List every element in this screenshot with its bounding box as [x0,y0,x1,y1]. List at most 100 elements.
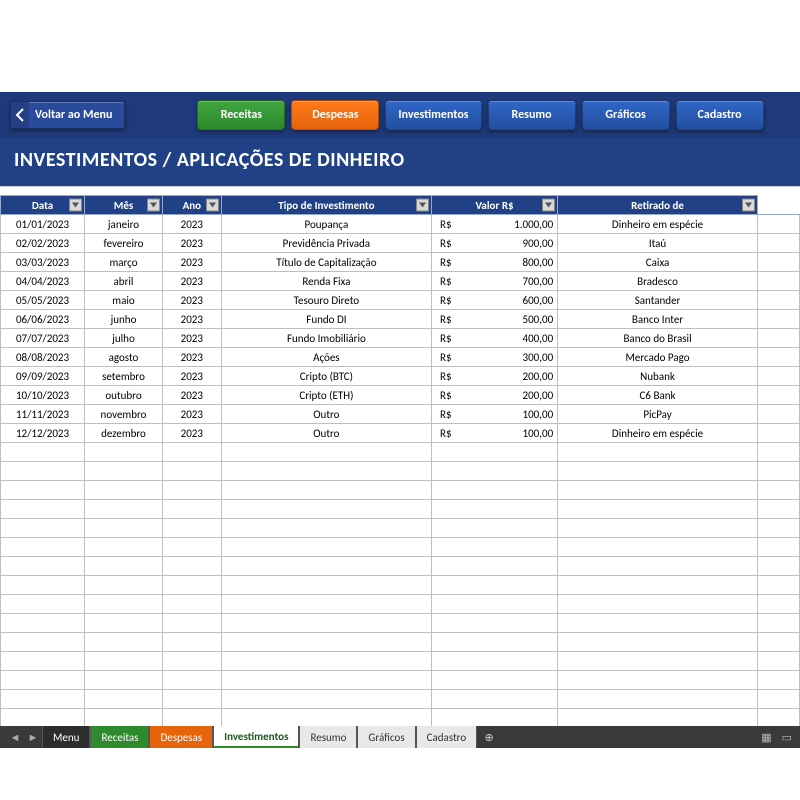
col-data[interactable]: Data [1,196,85,215]
col-mes[interactable]: Mês [85,196,163,215]
cell-tipo[interactable]: Cripto (BTC) [221,367,431,386]
sheet-tab-investimentos[interactable]: Investimentos [213,726,299,748]
cell-ano[interactable]: 2023 [162,234,221,253]
cell-tipo[interactable]: Ações [221,348,431,367]
cell-retirado[interactable]: Banco do Brasil [558,329,758,348]
table-row-empty[interactable] [1,538,800,557]
table-row[interactable]: 06/06/2023junho2023Fundo DIR$500,00Banco… [1,310,800,329]
cell-mes[interactable]: abril [85,272,163,291]
cell-mes[interactable]: novembro [85,405,163,424]
cell-tipo[interactable]: Cripto (ETH) [221,386,431,405]
table-row-empty[interactable] [1,671,800,690]
cell-valor[interactable]: R$300,00 [432,348,558,367]
cell-retirado[interactable]: Banco Inter [558,310,758,329]
table-row-empty[interactable] [1,709,800,728]
cell-extra[interactable] [757,234,799,253]
cell-valor[interactable]: R$900,00 [432,234,558,253]
cell-tipo[interactable]: Previdência Privada [221,234,431,253]
filter-dropdown-icon[interactable] [742,199,755,212]
table-row-empty[interactable] [1,557,800,576]
nav-investimentos[interactable]: Investimentos [385,100,481,130]
table-row[interactable]: 03/03/2023março2023Título de Capitalizaç… [1,253,800,272]
cell-retirado[interactable]: Mercado Pago [558,348,758,367]
cell-ano[interactable]: 2023 [162,329,221,348]
cell-ano[interactable]: 2023 [162,367,221,386]
cell-valor[interactable]: R$600,00 [432,291,558,310]
cell-tipo[interactable]: Outro [221,424,431,443]
cell-mes[interactable]: julho [85,329,163,348]
nav-resumo[interactable]: Resumo [488,100,576,130]
cell-data[interactable]: 08/08/2023 [1,348,85,367]
cell-data[interactable]: 01/01/2023 [1,215,85,234]
table-row[interactable]: 04/04/2023abril2023Renda FixaR$700,00Bra… [1,272,800,291]
cell-extra[interactable] [757,367,799,386]
cell-valor[interactable]: R$400,00 [432,329,558,348]
cell-retirado[interactable]: Bradesco [558,272,758,291]
cell-extra[interactable] [757,215,799,234]
view-normal-icon[interactable]: ▭ [782,731,792,744]
cell-extra[interactable] [757,272,799,291]
table-row[interactable]: 09/09/2023setembro2023Cripto (BTC)R$200,… [1,367,800,386]
table-row-empty[interactable] [1,652,800,671]
cell-data[interactable]: 03/03/2023 [1,253,85,272]
tab-scroll-left-icon[interactable]: ◄ [6,726,24,748]
cell-mes[interactable]: março [85,253,163,272]
cell-mes[interactable]: setembro [85,367,163,386]
table-row-empty[interactable] [1,462,800,481]
cell-ano[interactable]: 2023 [162,253,221,272]
cell-valor[interactable]: R$100,00 [432,405,558,424]
table-row[interactable]: 01/01/2023janeiro2023PoupançaR$1.000,00D… [1,215,800,234]
table-row[interactable]: 05/05/2023maio2023Tesouro DiretoR$600,00… [1,291,800,310]
back-button[interactable]: Voltar ao Menu [10,101,125,129]
cell-tipo[interactable]: Outro [221,405,431,424]
cell-tipo[interactable]: Poupança [221,215,431,234]
cell-tipo[interactable]: Fundo Imobiliário [221,329,431,348]
tab-scroll-right-icon[interactable]: ► [24,726,42,748]
cell-retirado[interactable]: Dinheiro em espécie [558,424,758,443]
cell-data[interactable]: 12/12/2023 [1,424,85,443]
sheet-tab-receitas[interactable]: Receitas [90,726,149,748]
cell-valor[interactable]: R$200,00 [432,386,558,405]
filter-dropdown-icon[interactable] [542,199,555,212]
cell-ano[interactable]: 2023 [162,405,221,424]
filter-dropdown-icon[interactable] [416,199,429,212]
table-row-empty[interactable] [1,576,800,595]
cell-ano[interactable]: 2023 [162,348,221,367]
cell-extra[interactable] [757,253,799,272]
cell-retirado[interactable]: Dinheiro em espécie [558,215,758,234]
cell-data[interactable]: 06/06/2023 [1,310,85,329]
cell-tipo[interactable]: Título de Capitalização [221,253,431,272]
cell-data[interactable]: 02/02/2023 [1,234,85,253]
filter-dropdown-icon[interactable] [206,199,219,212]
table-row-empty[interactable] [1,633,800,652]
sheet-tab-resumo[interactable]: Resumo [299,726,357,748]
sheet-tab-cadastro[interactable]: Cadastro [416,726,478,748]
table-row[interactable]: 07/07/2023julho2023Fundo ImobiliárioR$40… [1,329,800,348]
cell-mes[interactable]: maio [85,291,163,310]
filter-dropdown-icon[interactable] [147,199,160,212]
cell-mes[interactable]: outubro [85,386,163,405]
table-row-empty[interactable] [1,614,800,633]
cell-retirado[interactable]: Itaú [558,234,758,253]
nav-graficos[interactable]: Gráficos [582,100,670,130]
cell-extra[interactable] [757,386,799,405]
cell-valor[interactable]: R$1.000,00 [432,215,558,234]
cell-retirado[interactable]: Caixa [558,253,758,272]
cell-valor[interactable]: R$700,00 [432,272,558,291]
cell-retirado[interactable]: PicPay [558,405,758,424]
add-sheet-icon[interactable]: ⊕ [477,726,501,748]
cell-retirado[interactable]: C6 Bank [558,386,758,405]
col-ano[interactable]: Ano [162,196,221,215]
cell-ano[interactable]: 2023 [162,272,221,291]
cell-retirado[interactable]: Nubank [558,367,758,386]
filter-dropdown-icon[interactable] [69,199,82,212]
cell-data[interactable]: 05/05/2023 [1,291,85,310]
table-row-empty[interactable] [1,443,800,462]
cell-valor[interactable]: R$200,00 [432,367,558,386]
sheet-tab-menu[interactable]: Menu [42,726,90,748]
nav-despesas[interactable]: Despesas [291,100,379,130]
table-row[interactable]: 02/02/2023fevereiro2023Previdência Priva… [1,234,800,253]
cell-extra[interactable] [757,310,799,329]
cell-ano[interactable]: 2023 [162,291,221,310]
cell-tipo[interactable]: Tesouro Direto [221,291,431,310]
